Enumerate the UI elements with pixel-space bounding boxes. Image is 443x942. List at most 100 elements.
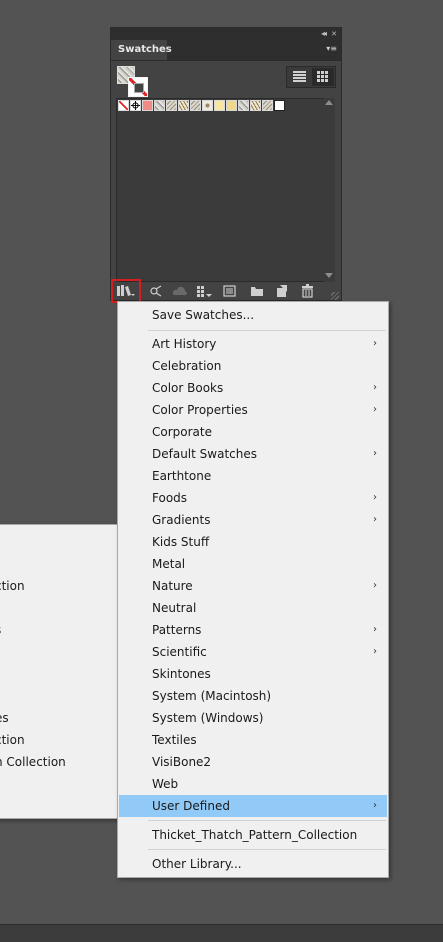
menu-item-kids-stuff[interactable]: Kids Stuff — [119, 531, 387, 553]
submenu-arrow-icon: › — [373, 382, 377, 393]
submenu-item[interactable] — [0, 641, 119, 663]
menu-item-neutral[interactable]: Neutral — [119, 597, 387, 619]
menu-item-art-history[interactable]: Art History › — [119, 333, 387, 355]
menu-item-label: Color Properties — [152, 403, 248, 417]
submenu-item[interactable] — [0, 663, 119, 685]
menu-item-visibone2[interactable]: VisiBone2 — [119, 751, 387, 773]
swatch-pattern[interactable] — [166, 100, 177, 111]
menu-separator — [148, 820, 386, 821]
cloud-libraries-icon[interactable] — [172, 284, 188, 298]
submenu-item[interactable]: ction — [0, 575, 119, 597]
new-swatch-icon[interactable] — [275, 284, 289, 298]
swatch-list[interactable] — [116, 98, 325, 282]
swatch-pattern[interactable] — [262, 100, 273, 111]
submenu-item[interactable]: ction — [0, 729, 119, 751]
menu-item-label: Skintones — [152, 667, 211, 681]
color-group-icon[interactable] — [223, 284, 237, 298]
menu-item-label: System (Macintosh) — [152, 689, 272, 703]
submenu-item[interactable]: s — [0, 619, 119, 641]
swatch-row — [118, 100, 286, 111]
panel-toolbar — [111, 279, 341, 303]
menu-item-textiles[interactable]: Textiles — [119, 729, 387, 751]
registration-icon — [131, 101, 140, 110]
menu-item-label: Kids Stuff — [152, 535, 210, 549]
scroll-up-arrow-icon[interactable] — [325, 100, 333, 105]
menu-item-gradients[interactable]: Gradients › — [119, 509, 387, 531]
menu-item-corporate[interactable]: Corporate — [119, 421, 387, 443]
collapse-panel-icon[interactable]: ◂◂ — [321, 29, 327, 38]
menu-item-scientific[interactable]: Scientific › — [119, 641, 387, 663]
swatch-libraries-menu: Save Swatches... Art History › Celebration… — [117, 301, 389, 878]
submenu-arrow-icon: › — [373, 800, 377, 811]
menu-item-skintones[interactable]: Skintones — [119, 663, 387, 685]
swatch-pattern[interactable] — [178, 100, 189, 111]
swatch-pattern[interactable] — [250, 100, 261, 111]
swatch-libraries-menu-button[interactable] — [111, 279, 141, 303]
menu-item-system-macintosh[interactable]: System (Macintosh) — [119, 685, 387, 707]
swatch-options-icon[interactable] — [196, 284, 214, 298]
menu-item-earthtone[interactable]: Earthtone — [119, 465, 387, 487]
menu-item-label: Patterns — [152, 623, 202, 637]
panel-menu-icon[interactable]: ▾≡ — [326, 44, 337, 53]
menu-separator — [148, 849, 386, 850]
swatch-pattern-outlined[interactable] — [274, 100, 285, 111]
menu-item-label: Neutral — [152, 601, 197, 615]
menu-item-celebration[interactable]: Celebration — [119, 355, 387, 377]
menu-item-metal[interactable]: Metal — [119, 553, 387, 575]
resize-grip-icon[interactable] — [331, 292, 339, 300]
swatch-none[interactable] — [118, 100, 129, 111]
menu-item-web[interactable]: Web — [119, 773, 387, 795]
tab-swatches[interactable]: Swatches — [111, 40, 172, 60]
submenu-arrow-icon: › — [373, 624, 377, 635]
menu-item-save-swatches[interactable]: Save Swatches... — [119, 304, 387, 326]
submenu-arrow-icon: › — [373, 338, 377, 349]
list-view-icon — [293, 71, 306, 82]
scroll-down-arrow-icon[interactable] — [325, 273, 333, 278]
menu-item-user-defined[interactable]: User Defined › — [119, 795, 387, 817]
submenu-item[interactable]: es — [0, 707, 119, 729]
delete-swatch-icon[interactable] — [301, 284, 315, 298]
menu-item-default-swatches[interactable]: Default Swatches › — [119, 443, 387, 465]
grid-view-button[interactable] — [312, 68, 334, 86]
menu-separator — [148, 330, 386, 331]
status-bar — [0, 924, 443, 942]
submenu-arrow-icon: › — [373, 404, 377, 415]
show-kinds-icon[interactable] — [149, 284, 163, 298]
left-submenu: ction s es ction n Collection — [0, 524, 120, 819]
swatch-pattern[interactable] — [190, 100, 201, 111]
menu-item-foods[interactable]: Foods › — [119, 487, 387, 509]
new-group-icon[interactable] — [250, 284, 264, 298]
submenu-arrow-icon: › — [373, 646, 377, 657]
swatch-color[interactable] — [142, 100, 153, 111]
swatch-registration[interactable] — [130, 100, 141, 111]
menu-item-patterns[interactable]: Patterns › — [119, 619, 387, 641]
menu-item-label: Corporate — [152, 425, 212, 439]
swatch-pattern[interactable] — [154, 100, 165, 111]
menu-item-label: Scientific — [152, 645, 207, 659]
menu-item-other-library[interactable]: Other Library... — [119, 853, 387, 875]
submenu-item[interactable] — [0, 685, 119, 707]
menu-item-system-windows[interactable]: System (Windows) — [119, 707, 387, 729]
menu-item-label: VisiBone2 — [152, 755, 212, 769]
menu-item-color-properties[interactable]: Color Properties › — [119, 399, 387, 421]
swatch-scrollbar[interactable] — [324, 98, 335, 282]
menu-item-label: Textiles — [152, 733, 197, 747]
submenu-arrow-icon: › — [373, 448, 377, 459]
swatch-pattern[interactable] — [238, 100, 249, 111]
menu-item-recent-library[interactable]: Thicket_Thatch_Pattern_Collection — [119, 824, 387, 846]
submenu-item[interactable]: n Collection — [0, 751, 119, 773]
menu-item-color-books[interactable]: Color Books › — [119, 377, 387, 399]
swatch-pattern[interactable] — [202, 100, 213, 111]
menu-item-nature[interactable]: Nature › — [119, 575, 387, 597]
submenu-item[interactable] — [0, 597, 119, 619]
stroke-swatch[interactable] — [128, 77, 148, 97]
fill-stroke-indicator[interactable] — [117, 66, 149, 98]
menu-item-label: Foods — [152, 491, 188, 505]
list-view-button[interactable] — [288, 68, 311, 86]
swatch-color[interactable] — [214, 100, 225, 111]
panel-title-strip: ◂◂ ✕ — [111, 28, 341, 40]
menu-item-label: Gradients — [152, 513, 211, 527]
menu-item-label: Color Books — [152, 381, 224, 395]
close-panel-icon[interactable]: ✕ — [331, 30, 337, 38]
swatch-color[interactable] — [226, 100, 237, 111]
